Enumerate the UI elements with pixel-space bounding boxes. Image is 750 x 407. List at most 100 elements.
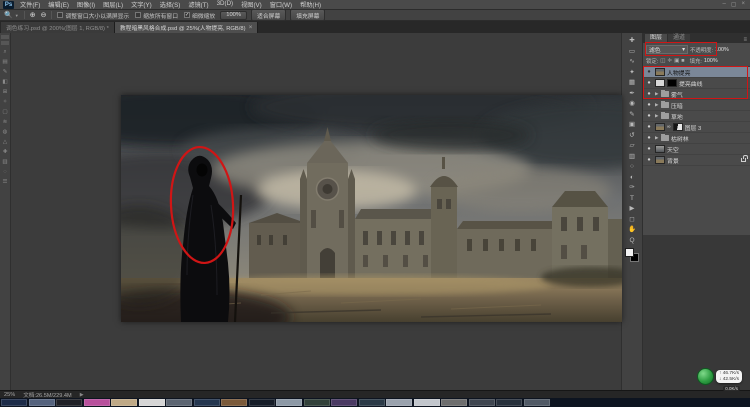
- option-button-0[interactable]: 100%: [220, 11, 247, 20]
- menu-item-5[interactable]: 选择(S): [160, 0, 181, 9]
- visibility-eye-icon[interactable]: ●: [645, 91, 653, 97]
- menu-item-4[interactable]: 文字(Y): [131, 0, 152, 9]
- eraser-tool-icon[interactable]: ▱: [625, 141, 639, 152]
- menu-item-2[interactable]: 图像(I): [77, 0, 95, 9]
- brush-tool-icon[interactable]: ✎: [625, 110, 639, 121]
- window-control-1[interactable]: ▢: [731, 1, 737, 8]
- taskbar-tile-17[interactable]: [469, 399, 495, 406]
- layer-row-天空[interactable]: ●天空: [643, 144, 750, 155]
- panel-tab-通道[interactable]: 通道: [668, 34, 690, 43]
- taskbar-tile-11[interactable]: [304, 399, 330, 406]
- layer-row-压暗[interactable]: ●▶压暗: [643, 100, 750, 111]
- expand-triangle-icon[interactable]: ▶: [655, 113, 659, 119]
- layer-thumbnail[interactable]: [655, 123, 665, 131]
- layer-row-图层 3[interactable]: ●∞图层 3: [643, 122, 750, 133]
- layer-row-提亮曲线[interactable]: ●提亮曲线: [643, 78, 750, 89]
- visibility-eye-icon[interactable]: ●: [645, 157, 653, 163]
- type-tool-icon[interactable]: T: [625, 194, 639, 205]
- document-canvas[interactable]: [121, 95, 622, 322]
- expand-triangle-icon[interactable]: ▶: [655, 91, 659, 97]
- layer-row-人物提亮[interactable]: ●人物提亮: [643, 67, 750, 78]
- status-expand-icon[interactable]: ▶: [80, 392, 84, 398]
- layer-row-草地[interactable]: ●▶草地: [643, 111, 750, 122]
- taskbar-tile-6[interactable]: [166, 399, 192, 406]
- color-swatches[interactable]: [625, 248, 639, 262]
- taskbar-tile-19[interactable]: [524, 399, 550, 406]
- option-button-2[interactable]: 填充屏幕: [290, 9, 325, 21]
- pen-tool-icon[interactable]: ✑: [625, 183, 639, 194]
- menu-item-3[interactable]: 图层(L): [103, 0, 123, 9]
- taskbar-tile-15[interactable]: [414, 399, 440, 406]
- lock-icon-3[interactable]: ■: [681, 58, 684, 64]
- window-control-0[interactable]: –: [722, 1, 725, 8]
- lock-icon-1[interactable]: ✛: [667, 58, 672, 64]
- left-dock-icon-9[interactable]: △: [3, 137, 7, 147]
- left-dock-icon-11[interactable]: ▥: [2, 157, 7, 167]
- menu-item-7[interactable]: 3D(D): [217, 0, 234, 9]
- left-dock-icon-8[interactable]: ◍: [3, 127, 8, 137]
- menu-item-1[interactable]: 编辑(E): [48, 0, 69, 9]
- left-dock-icon-6[interactable]: ▢: [2, 107, 7, 117]
- lock-icon-0[interactable]: ◫: [660, 58, 665, 64]
- expand-triangle-icon[interactable]: ▶: [655, 102, 659, 108]
- layer-thumbnail[interactable]: [655, 145, 665, 153]
- taskbar-tile-9[interactable]: [249, 399, 275, 406]
- shape-tool-icon[interactable]: ◻: [625, 215, 639, 226]
- document-tab-1[interactable]: 教程暗黑风格合成.psd @ 25%(人物提亮, RGB/8)×: [115, 22, 259, 33]
- zoom-in-button[interactable]: ⊕: [30, 11, 36, 19]
- blur-tool-icon[interactable]: ○: [625, 162, 639, 173]
- document-tab-0[interactable]: 调色练习.psd @ 200%(图层 1, RGB/8) *: [1, 22, 115, 33]
- layer-row-雾气[interactable]: ●▶雾气: [643, 89, 750, 100]
- opacity-value[interactable]: 100%: [715, 47, 729, 53]
- gradient-tool-icon[interactable]: ▥: [625, 152, 639, 163]
- history-brush-tool-icon[interactable]: ↺: [625, 131, 639, 142]
- fill-value[interactable]: 100%: [704, 58, 718, 64]
- taskbar-tile-10[interactable]: [276, 399, 302, 406]
- left-dock-icon-10[interactable]: ✚: [3, 147, 8, 157]
- left-dock-icon-13[interactable]: ☰: [3, 177, 8, 187]
- layer-thumbnail[interactable]: [655, 68, 665, 76]
- taskbar-tile-12[interactable]: [331, 399, 357, 406]
- taskbar-tile-18[interactable]: [496, 399, 522, 406]
- dodge-tool-icon[interactable]: ◐: [625, 173, 639, 184]
- layer-thumbnail[interactable]: [655, 156, 665, 164]
- taskbar-tile-14[interactable]: [386, 399, 412, 406]
- tab-close-icon[interactable]: ×: [249, 24, 253, 31]
- left-dock-icon-7[interactable]: ≋: [3, 117, 8, 127]
- foreground-color-swatch[interactable]: [625, 248, 634, 257]
- taskbar-tile-1[interactable]: [29, 399, 55, 406]
- zoom-tool-icon[interactable]: Q: [625, 236, 639, 247]
- zoom-out-button[interactable]: ⊖: [41, 11, 47, 19]
- menu-item-0[interactable]: 文件(F): [20, 0, 40, 9]
- menu-item-8[interactable]: 视图(V): [241, 0, 262, 9]
- visibility-eye-icon[interactable]: ●: [645, 135, 653, 141]
- canvas-area[interactable]: [11, 33, 621, 390]
- visibility-eye-icon[interactable]: ●: [645, 80, 653, 86]
- menu-item-10[interactable]: 帮助(H): [300, 0, 321, 9]
- option-checkbox-2[interactable]: ✓细微缩放: [184, 11, 215, 20]
- visibility-eye-icon[interactable]: ●: [645, 113, 653, 119]
- menu-item-6[interactable]: 滤镜(T): [188, 0, 208, 9]
- speed-ball-icon[interactable]: [697, 368, 714, 385]
- zoom-level[interactable]: 25%: [4, 392, 15, 398]
- layer-row-背景[interactable]: ●背景: [643, 155, 750, 166]
- quick-selection-tool-icon[interactable]: ✦: [625, 68, 639, 79]
- hand-tool-icon[interactable]: ✋: [625, 225, 639, 236]
- layer-mask-thumbnail[interactable]: [673, 123, 683, 131]
- clone-stamp-tool-icon[interactable]: ▣: [625, 120, 639, 131]
- visibility-eye-icon[interactable]: ●: [645, 102, 653, 108]
- lock-icon-2[interactable]: ▣: [674, 58, 679, 64]
- option-checkbox-1[interactable]: 缩放所有窗口: [135, 11, 178, 20]
- left-dock-icon-1[interactable]: ▤: [2, 57, 7, 67]
- taskbar-tile-2[interactable]: [56, 399, 82, 406]
- taskbar-tile-8[interactable]: [221, 399, 247, 406]
- taskbar-tile-13[interactable]: [359, 399, 385, 406]
- blend-mode-select[interactable]: 滤色 ▾: [646, 45, 688, 54]
- left-dock-icon-4[interactable]: ⊞: [3, 87, 8, 97]
- panel-tab-图层[interactable]: 图层: [645, 34, 667, 43]
- taskbar-tile-5[interactable]: [139, 399, 165, 406]
- left-dock-icon-12[interactable]: ◌: [3, 167, 6, 177]
- visibility-eye-icon[interactable]: ●: [645, 124, 653, 130]
- move-tool-icon[interactable]: ✚: [625, 36, 639, 47]
- menu-item-9[interactable]: 窗口(W): [270, 0, 292, 9]
